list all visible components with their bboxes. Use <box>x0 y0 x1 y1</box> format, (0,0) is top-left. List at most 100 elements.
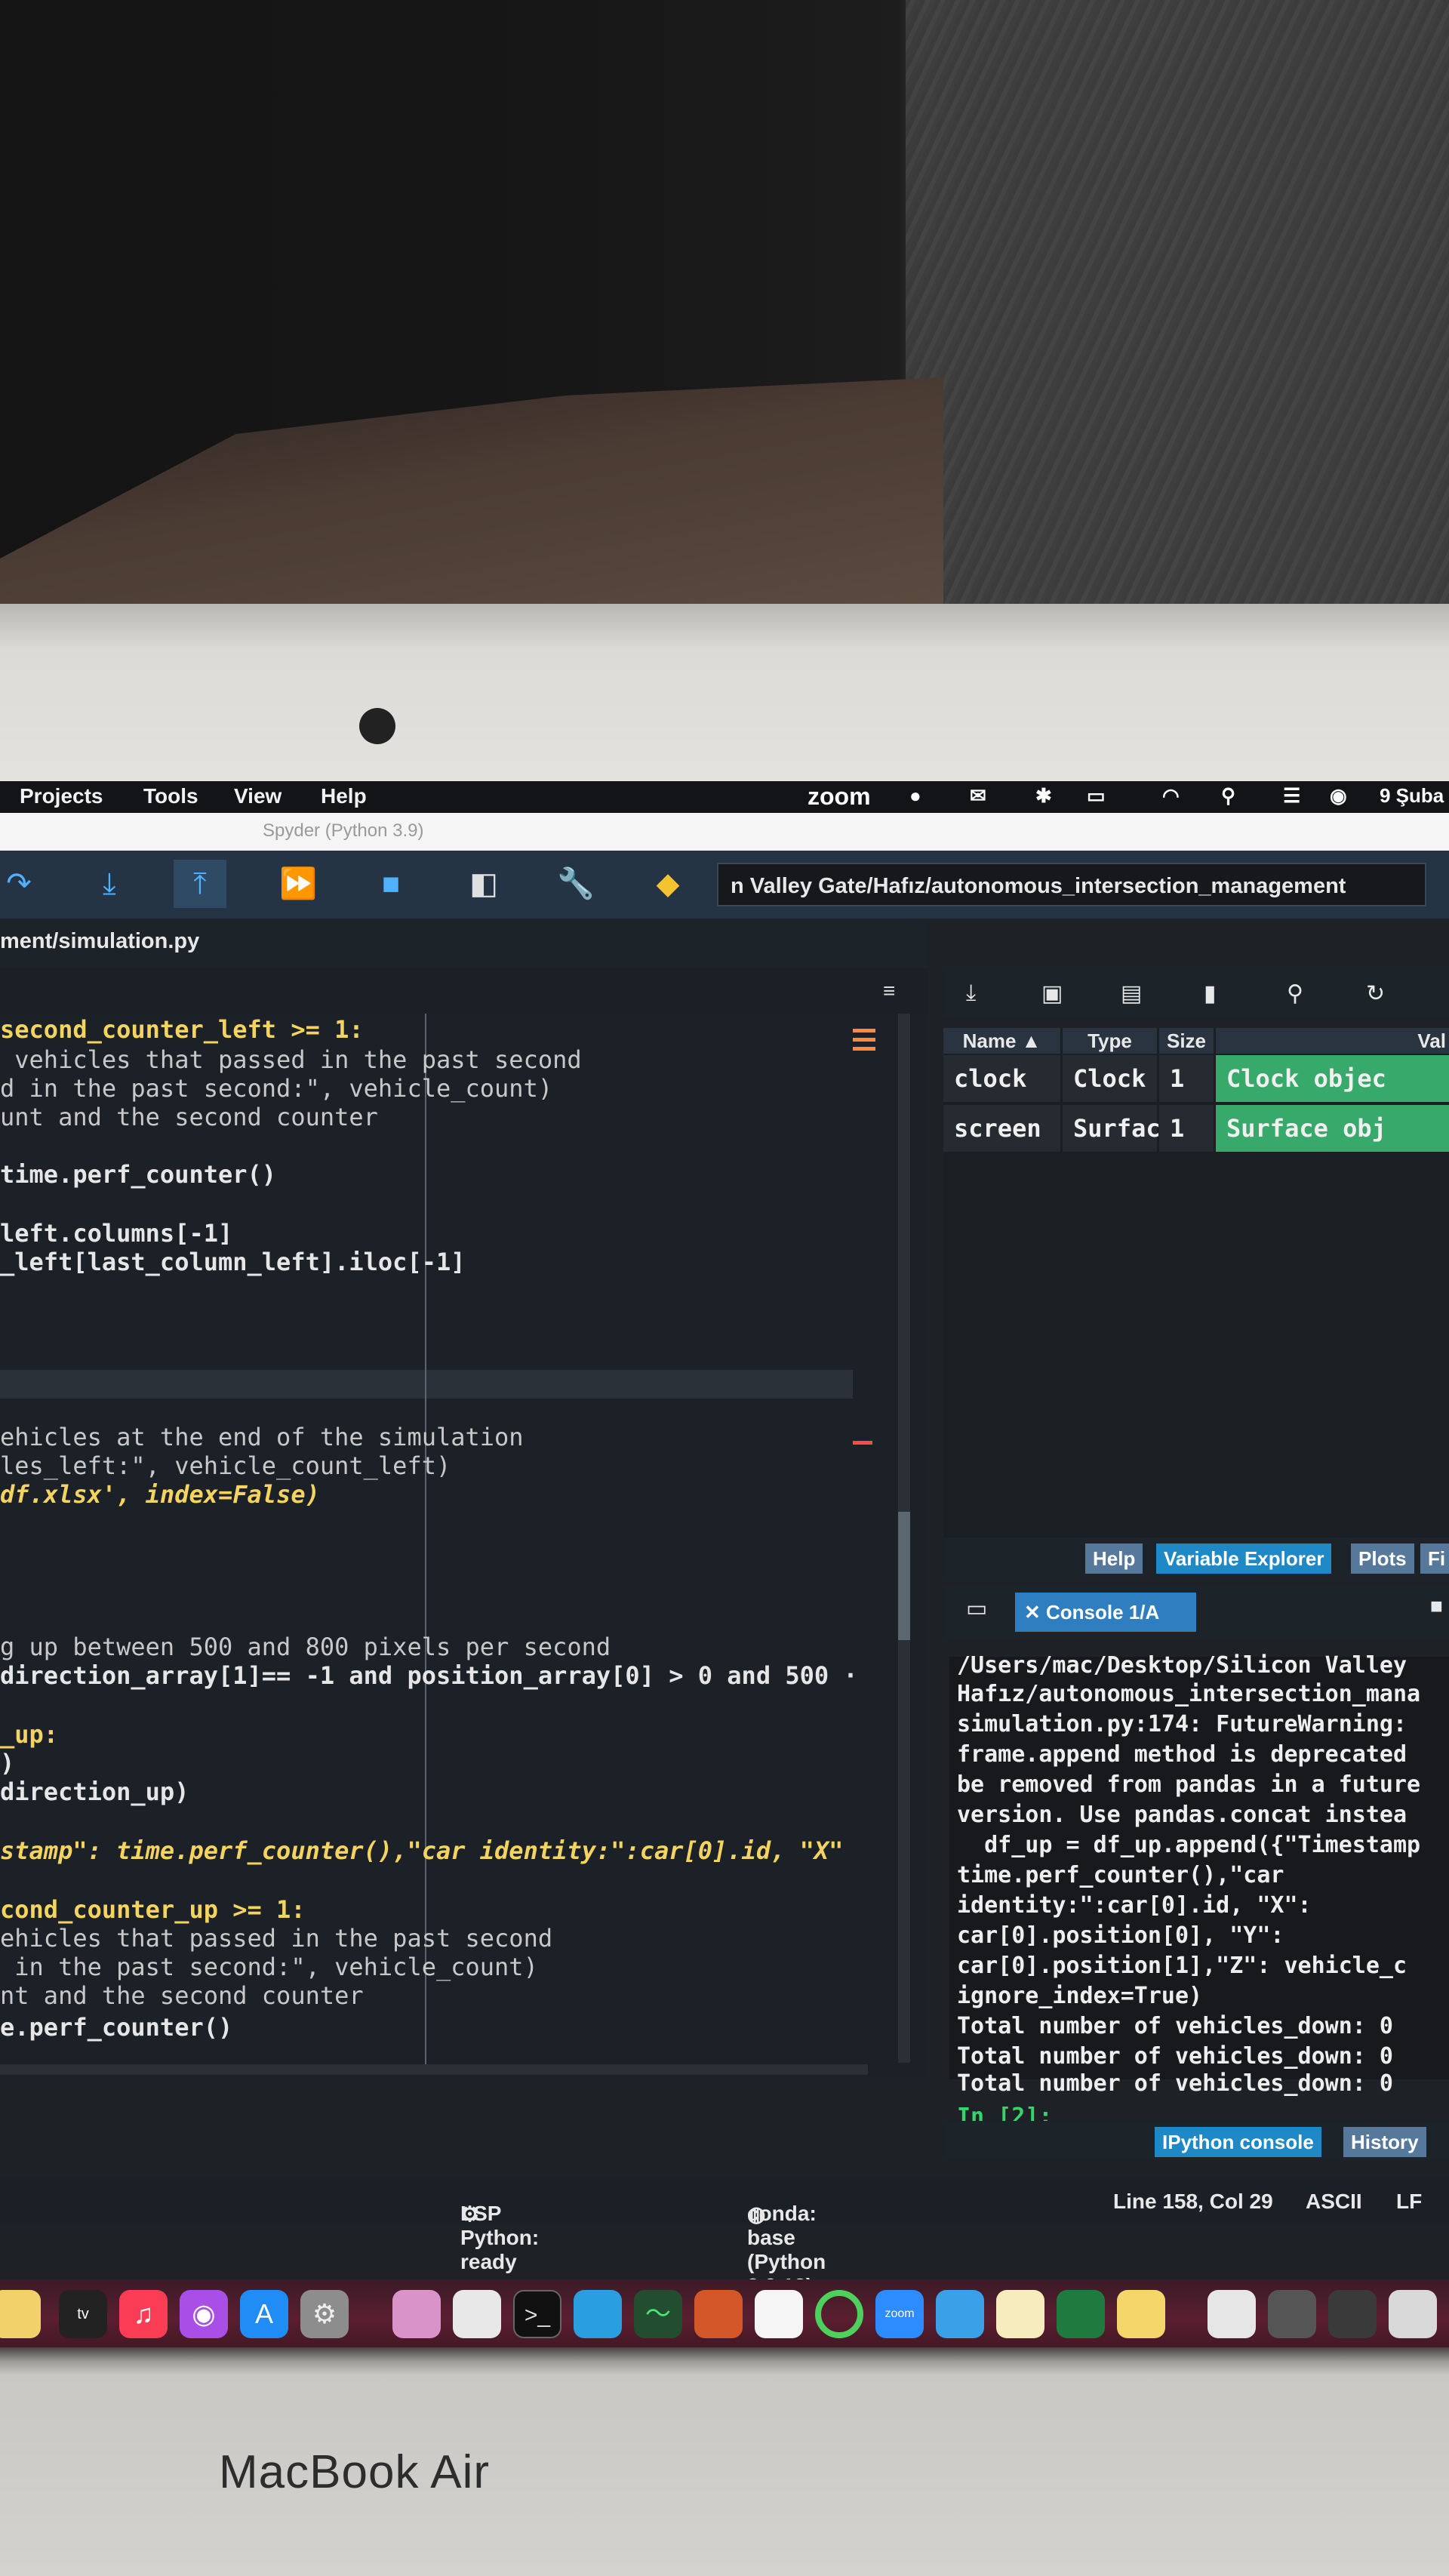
bluetooth-icon[interactable]: ✱ <box>1035 784 1052 808</box>
stickies-app-icon[interactable] <box>996 2290 1044 2338</box>
screenshot-app-icon[interactable] <box>392 2290 441 2338</box>
battery-icon[interactable]: ▭ <box>1087 784 1106 808</box>
laptop-bezel-bottom <box>0 2347 1449 2576</box>
cursor-position: Line 158, Col 29 <box>1113 2190 1273 2213</box>
line-endings: LF <box>1396 2190 1423 2213</box>
ipython-console-output[interactable]: /Users/mac/Desktop/Silicon Valley Hafız/… <box>949 1652 1449 2097</box>
editor-options-icon[interactable]: ≡ <box>883 979 895 1003</box>
var-size[interactable]: 1 <box>1159 1055 1214 1102</box>
outlook-app-icon[interactable] <box>936 2290 984 2338</box>
apple-tv-app-icon[interactable]: tv <box>59 2290 107 2338</box>
zoom-status-item[interactable]: zoom <box>808 783 871 811</box>
mac-dock: tv ♫ ◉ A ⚙ >_ 〜 zoom <box>0 2279 1449 2347</box>
menu-tools[interactable]: Tools <box>143 784 198 808</box>
var-type[interactable]: Surface <box>1063 1105 1175 1152</box>
save-data-icon[interactable]: ▣ <box>1041 980 1063 1007</box>
keyboard-app-icon[interactable] <box>453 2290 501 2338</box>
notes-app-icon[interactable] <box>0 2290 41 2338</box>
preferences-wrench-icon[interactable]: 🔧 <box>549 860 602 908</box>
console-browse-tabs-icon[interactable]: ▭ <box>966 1596 987 1622</box>
step-into-icon[interactable]: ⤓ <box>83 860 136 908</box>
search-variables-icon[interactable]: ⚲ <box>1287 980 1303 1007</box>
tab-plots[interactable]: Plots <box>1351 1543 1414 1574</box>
siri-icon[interactable]: ◉ <box>1330 784 1347 808</box>
var-value[interactable]: Surface obj <box>1216 1105 1449 1152</box>
activity-monitor-icon[interactable]: 〜 <box>634 2290 682 2338</box>
step-return-icon[interactable]: ⤒ <box>174 860 226 908</box>
tab-files[interactable]: Fi <box>1420 1543 1449 1574</box>
status-bar: ⚙ LSP Python: ready ◍ conda: base (Pytho… <box>0 2177 1449 2297</box>
console-line: frame.append method is deprecated <box>957 1741 1407 1768</box>
laptop-bezel-top <box>0 604 1449 785</box>
app-store-icon[interactable]: A <box>240 2290 288 2338</box>
console-line: Total number of vehicles_down: 0 <box>957 2043 1393 2070</box>
spotlight-search-icon[interactable]: ⚲ <box>1221 784 1235 808</box>
control-center-icon[interactable]: ☰ <box>1283 784 1300 808</box>
podcasts-app-icon[interactable]: ◉ <box>180 2290 228 2338</box>
editor-file-path[interactable]: ment/simulation.py <box>0 929 199 954</box>
notes-app-icon-2[interactable] <box>1117 2290 1165 2338</box>
column-header-value[interactable]: Val <box>1216 1028 1449 1054</box>
console-line: ignore_index=True) <box>957 1983 1203 2009</box>
terminal-app-icon[interactable]: >_ <box>513 2290 561 2338</box>
window-thumbnail[interactable] <box>1268 2290 1316 2338</box>
refresh-variables-icon[interactable]: ↻ <box>1366 980 1385 1007</box>
menu-view[interactable]: View <box>234 784 281 808</box>
var-name[interactable]: screen <box>943 1105 1060 1152</box>
code-line: ehicles at the end of the simulation <box>0 1423 524 1451</box>
var-type[interactable]: Clock <box>1063 1055 1157 1102</box>
var-value[interactable]: Clock objec <box>1216 1055 1449 1102</box>
close-icon[interactable]: ✕ <box>1024 1601 1046 1623</box>
column-header-size[interactable]: Size <box>1159 1028 1214 1054</box>
editor-minimap[interactable] <box>853 1014 875 2063</box>
calendar-app-icon[interactable] <box>755 2290 803 2338</box>
powerpoint-app-icon[interactable] <box>694 2290 743 2338</box>
maximize-pane-icon[interactable]: ◧ <box>457 860 510 908</box>
zoom-app-icon[interactable]: zoom <box>875 2290 924 2338</box>
music-app-icon[interactable]: ♫ <box>119 2290 168 2338</box>
menubar-clock[interactable]: 9 Şuba <box>1380 784 1444 808</box>
save-as-icon[interactable]: ▤ <box>1121 980 1142 1007</box>
code-editor[interactable]: second_counter_left >= 1: vehicles that … <box>0 1014 928 2078</box>
remove-variables-icon[interactable]: ▮ <box>1204 980 1217 1007</box>
column-header-name[interactable]: Name ▲ <box>943 1028 1060 1054</box>
console-line: car[0].position[1],"Z": vehicle_c <box>957 1953 1407 1979</box>
code-line: ehicles that passed in the past second <box>0 1924 553 1953</box>
progress-ring-app-icon[interactable] <box>815 2290 863 2338</box>
menu-projects[interactable]: Projects <box>20 784 103 808</box>
continue-icon[interactable]: ⏩ <box>272 860 325 908</box>
var-name[interactable]: clock <box>943 1055 1060 1102</box>
excel-app-icon[interactable] <box>1057 2290 1105 2338</box>
code-line: direction_array[1]== -1 and position_arr… <box>0 1661 858 1690</box>
step-over-icon[interactable]: ↷ <box>0 860 45 908</box>
import-data-icon[interactable]: ⤓ <box>966 980 976 1006</box>
python-path-manager-icon[interactable]: ◆ <box>641 860 694 908</box>
menu-help[interactable]: Help <box>321 784 367 808</box>
window-thumbnail[interactable] <box>1328 2290 1377 2338</box>
console-tab-label: Console 1/A <box>1046 1601 1160 1623</box>
window-thumbnail[interactable] <box>1389 2290 1437 2338</box>
user-status-icon[interactable]: ● <box>909 784 921 808</box>
tab-help[interactable]: Help <box>1085 1543 1143 1574</box>
wifi-icon[interactable]: ◠ <box>1162 784 1180 808</box>
var-size[interactable]: 1 <box>1159 1105 1214 1152</box>
stop-debug-icon[interactable]: ■ <box>365 860 417 908</box>
editor-horizontal-scrollbar[interactable] <box>0 2064 868 2075</box>
teams-status-icon[interactable]: ✉ <box>970 784 986 808</box>
system-preferences-icon[interactable]: ⚙ <box>300 2290 349 2338</box>
working-directory-field[interactable]: n Valley Gate/Hafız/autonomous_intersect… <box>717 863 1426 906</box>
code-line: unt and the second counter <box>0 1103 378 1131</box>
console-options-icon[interactable]: ■ <box>1430 1594 1443 1618</box>
tab-variable-explorer[interactable]: Variable Explorer <box>1156 1543 1332 1574</box>
current-line-highlight <box>0 1370 853 1399</box>
tab-history[interactable]: History <box>1343 2127 1426 2157</box>
editor-scroll-thumb[interactable] <box>898 1512 910 1640</box>
column-header-type[interactable]: Type <box>1063 1028 1157 1054</box>
word-app-icon[interactable] <box>574 2290 622 2338</box>
finder-window-thumbnail[interactable] <box>1208 2290 1256 2338</box>
console-tab[interactable]: ✕ Console 1/A <box>1015 1593 1196 1632</box>
code-line: stamp": time.perf_counter(),"car identit… <box>0 1836 844 1865</box>
code-line: g up between 500 and 800 pixels per seco… <box>0 1633 611 1661</box>
code-line: nt and the second counter <box>0 1981 364 2010</box>
tab-ipython-console[interactable]: IPython console <box>1155 2127 1321 2157</box>
